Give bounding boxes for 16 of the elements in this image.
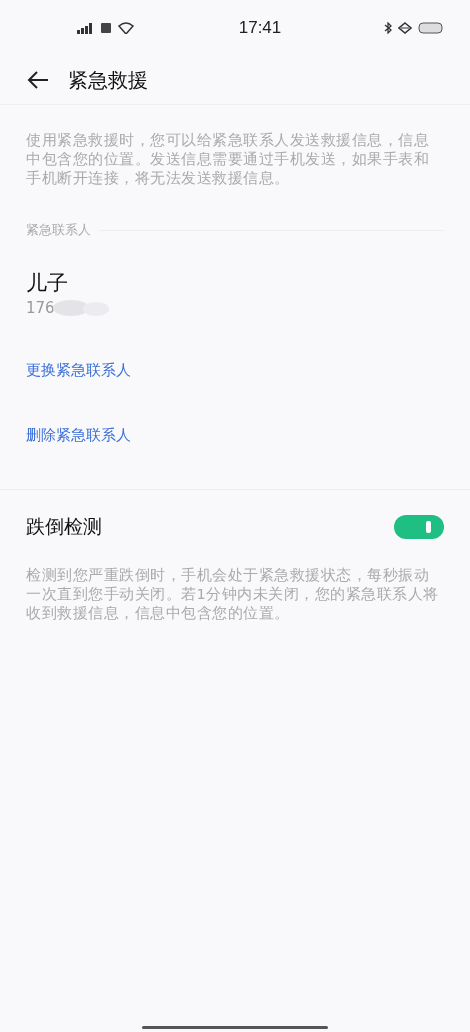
signal-icon [76, 22, 94, 34]
bluetooth-icon [384, 22, 392, 34]
setting-description: 检测到您严重跌倒时，手机会处于紧急救援状态，每秒振动一次直到您手动关闭。若1分钟内未关闭，您的紧急联系人将收到救援信息，信息中包含您的位置。 [26, 566, 440, 623]
wifi-icon [118, 22, 134, 34]
battery-icon [418, 22, 444, 34]
back-button[interactable] [26, 70, 50, 90]
contact-action-link[interactable]: 删除紧急联系人 [26, 426, 444, 445]
contact-phone: 176 [26, 299, 55, 317]
section-label: 紧急联系人 [26, 221, 91, 239]
toggle-switch[interactable] [394, 515, 444, 539]
intro-text: 使用紧急救援时，您可以给紧急联系人发送救援信息，信息中包含您的位置。发送信息需要通过手机发送，如果手表和手机断开连接，将无法发送救援信息。 [26, 131, 430, 188]
status-time: 17:41 [238, 18, 282, 38]
contact-name: 儿子 [26, 270, 69, 297]
page-title: 紧急救援 [68, 66, 148, 94]
contact-action-link[interactable]: 更换紧急联系人 [26, 361, 444, 380]
setting-title: 跌倒检测 [26, 514, 102, 539]
